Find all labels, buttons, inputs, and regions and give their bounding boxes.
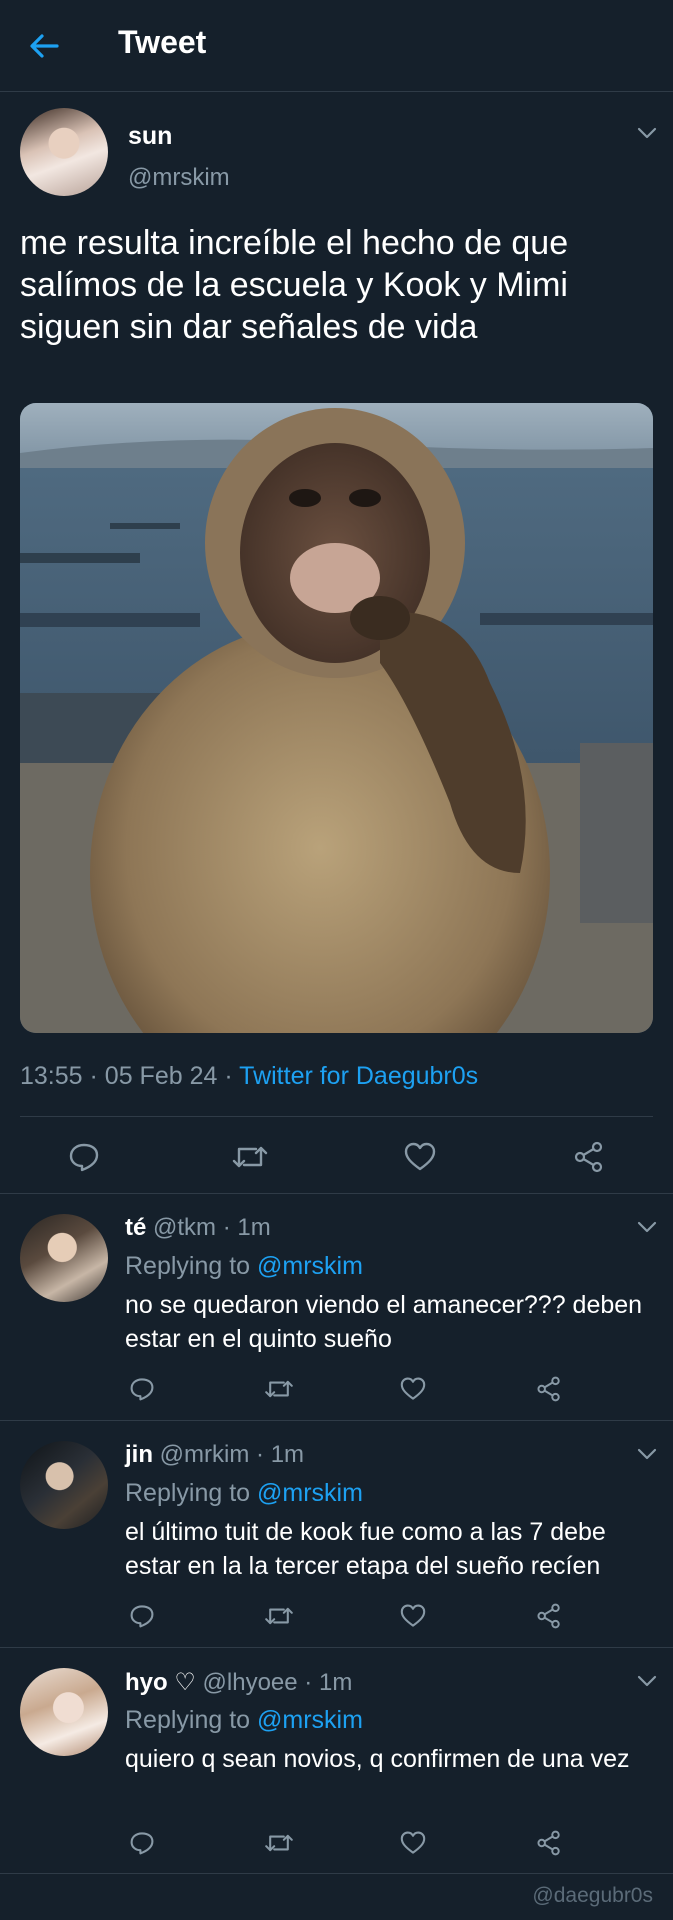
reply-header: hyo ♡ @lhyoee · 1m	[125, 1668, 352, 1697]
reply-author-name[interactable]: jin	[125, 1441, 153, 1468]
share-icon	[574, 1141, 603, 1173]
replying-label: Replying to	[125, 1252, 251, 1280]
tweet-image[interactable]	[20, 403, 653, 1033]
author-handle[interactable]: @mrskim	[128, 164, 230, 192]
retweet-icon	[265, 1607, 293, 1625]
reply-author-handle[interactable]: @tkm	[153, 1214, 216, 1241]
reply-tweet[interactable]: hyo ♡ @lhyoee · 1m Replying to @mrskim q…	[0, 1648, 673, 1908]
like-icon	[400, 1377, 426, 1400]
tweet-time: 13:55	[20, 1062, 83, 1090]
share-icon	[537, 1830, 560, 1856]
monkey-photo	[20, 403, 653, 1033]
chevron-down-icon[interactable]	[636, 1674, 658, 1688]
mention-link[interactable]: @mrskim	[257, 1252, 363, 1280]
reply-button[interactable]	[125, 1826, 159, 1860]
reply-icon	[69, 1143, 99, 1172]
like-button[interactable]	[396, 1372, 430, 1406]
retweet-icon	[232, 1146, 268, 1168]
like-icon	[400, 1604, 426, 1627]
retweet-button[interactable]	[262, 1599, 296, 1633]
tweet-meta: 13:55 · 05 Feb 24 · Twitter for Daegubr0…	[20, 1062, 478, 1091]
reply-icon	[130, 1378, 154, 1401]
retweet-icon	[265, 1380, 293, 1398]
watermark: @daegubr0s	[532, 1884, 653, 1907]
reply-author-handle[interactable]: @mrkim	[160, 1441, 250, 1468]
retweet-icon	[265, 1834, 293, 1852]
share-button[interactable]	[532, 1826, 566, 1860]
share-button[interactable]	[532, 1372, 566, 1406]
reply-text: quiero q sean novios, q confirmen de una…	[125, 1745, 630, 1773]
avatar[interactable]	[20, 108, 108, 196]
chevron-down-icon[interactable]	[636, 1447, 658, 1461]
chevron-down-icon[interactable]	[636, 1220, 658, 1234]
share-icon	[537, 1376, 560, 1402]
like-button[interactable]	[396, 1826, 430, 1860]
mention-link[interactable]: @mrskim	[257, 1479, 363, 1507]
author-name[interactable]: sun	[128, 122, 172, 151]
page-title: Tweet	[118, 24, 207, 60]
replying-label: Replying to	[125, 1706, 251, 1734]
meta-separator: ·	[222, 1214, 231, 1241]
reply-header: té @tkm · 1m	[125, 1214, 271, 1242]
mention-link[interactable]: @mrskim	[257, 1706, 363, 1734]
divider	[0, 1873, 673, 1874]
replying-to: Replying to @mrskim	[125, 1252, 363, 1281]
divider	[20, 1116, 653, 1117]
like-icon	[404, 1142, 436, 1171]
meta-separator: ·	[224, 1062, 233, 1090]
reply-icon	[130, 1605, 154, 1628]
tweet-source-link[interactable]: Twitter for Daegubr0s	[239, 1062, 478, 1090]
avatar[interactable]	[20, 1214, 108, 1302]
like-button[interactable]	[396, 1599, 430, 1633]
reply-time: 1m	[237, 1214, 271, 1241]
meta-separator: ·	[89, 1062, 98, 1090]
reply-text: el último tuit de kook fue como a las 7 …	[125, 1518, 606, 1580]
reply-tweet[interactable]: jin @mrkim · 1m Replying to @mrskim el ú…	[0, 1421, 673, 1647]
avatar[interactable]	[20, 1441, 108, 1529]
name-heart-symbol: ♡	[174, 1669, 196, 1696]
like-button[interactable]	[398, 1135, 442, 1179]
meta-separator: ·	[256, 1441, 265, 1468]
reply-time: 1m	[270, 1441, 305, 1468]
top-bar: Tweet	[0, 0, 673, 92]
replying-to: Replying to @mrskim	[125, 1479, 363, 1508]
retweet-button[interactable]	[262, 1826, 296, 1860]
share-icon	[537, 1603, 560, 1629]
tweet-text: me resulta increíble el hecho de que sal…	[20, 224, 569, 346]
reply-icon	[130, 1832, 154, 1855]
reply-tweet[interactable]: té @tkm · 1m Replying to @mrskim no se q…	[0, 1194, 673, 1420]
share-button[interactable]	[567, 1135, 611, 1179]
retweet-button[interactable]	[228, 1135, 272, 1179]
like-icon	[400, 1831, 426, 1854]
reply-author-handle[interactable]: @lhyoee	[203, 1669, 298, 1696]
chevron-down-icon[interactable]	[636, 126, 658, 140]
back-arrow-icon	[30, 34, 59, 58]
replying-label: Replying to	[125, 1479, 251, 1507]
reply-button[interactable]	[125, 1372, 159, 1406]
reply-author-name[interactable]: té	[125, 1214, 146, 1241]
reply-button[interactable]	[125, 1599, 159, 1633]
retweet-button[interactable]	[262, 1372, 296, 1406]
reply-text: no se quedaron viendo el amanecer??? deb…	[125, 1291, 643, 1353]
reply-author-name[interactable]: hyo	[125, 1669, 168, 1696]
meta-separator: ·	[304, 1669, 313, 1696]
avatar[interactable]	[20, 1668, 108, 1756]
back-button[interactable]	[26, 28, 62, 64]
tweet-date: 05 Feb 24	[104, 1062, 218, 1090]
reply-time: 1m	[318, 1669, 353, 1696]
replying-to: Replying to @mrskim	[125, 1706, 363, 1735]
share-button[interactable]	[532, 1599, 566, 1633]
reply-button[interactable]	[62, 1135, 106, 1179]
reply-header: jin @mrkim · 1m	[125, 1441, 304, 1469]
